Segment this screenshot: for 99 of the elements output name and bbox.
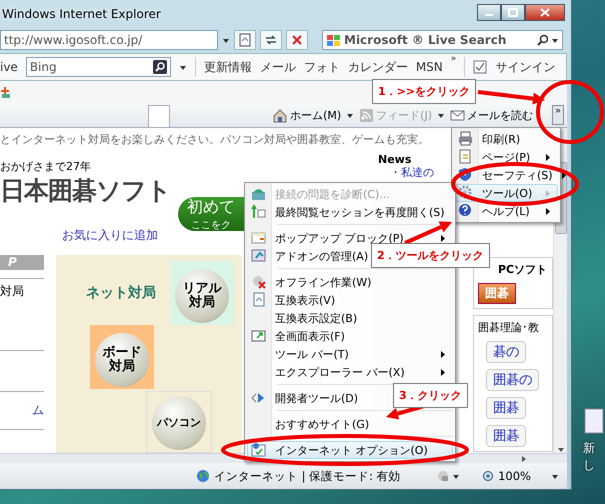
add-favorite-icon[interactable] xyxy=(0,85,12,99)
maximize-icon xyxy=(508,8,518,17)
submenu-arrow-icon xyxy=(545,152,551,162)
document-icon xyxy=(583,408,605,434)
toolbar-label: ive xyxy=(0,60,18,74)
gear-icon xyxy=(458,185,474,201)
menu-item[interactable]: 印刷(R) xyxy=(454,130,558,148)
annotation-arrow xyxy=(478,90,545,105)
search-icon[interactable] xyxy=(152,60,167,74)
addon-icon xyxy=(251,248,267,264)
menu-item[interactable]: 互換表示設定(B) xyxy=(247,309,453,327)
caret-icon[interactable] xyxy=(178,64,187,70)
game-mode-button[interactable]: ボード 対局 xyxy=(95,333,149,387)
menu-item[interactable]: ページ(P) xyxy=(454,148,558,166)
refresh-icon xyxy=(264,33,278,47)
caret-icon[interactable] xyxy=(551,36,559,44)
maximize-button[interactable] xyxy=(501,4,525,21)
link-button[interactable]: 囲碁の xyxy=(486,369,539,391)
offline-icon xyxy=(251,274,267,290)
toolbar-link[interactable]: MSN xyxy=(416,60,443,74)
toolbar-button[interactable]: メールを読む xyxy=(467,108,533,122)
zoom-icon[interactable] xyxy=(482,470,496,482)
caret-icon[interactable] xyxy=(346,112,354,118)
print-icon xyxy=(458,131,474,147)
add-favorite-link[interactable]: お気に入りに追加 xyxy=(62,227,178,244)
menu-item[interactable]: オフライン作業(W) xyxy=(247,273,453,291)
popup-window-icon xyxy=(251,230,267,246)
internet-options-icon xyxy=(251,442,267,458)
annotation-arrow xyxy=(404,221,452,245)
stop-button[interactable] xyxy=(286,30,308,50)
zoom-level[interactable]: 100% xyxy=(498,469,531,483)
security-zone-text: インターネット | 保護モード: 有効 xyxy=(214,468,401,484)
search-field[interactable]: Microsoft ® Live Search xyxy=(322,30,563,50)
caret-icon[interactable] xyxy=(437,112,445,118)
intro-text: とインターネット対局をお楽しみください。パソコン対局や囲碁教室、ゲームも充実。 xyxy=(0,132,429,147)
submenu-arrow-icon xyxy=(440,234,446,242)
search-icon[interactable] xyxy=(536,34,548,46)
submenu-arrow-icon xyxy=(560,170,567,180)
menu-item[interactable]: ツール バー(T) xyxy=(247,345,453,363)
news-heading: News xyxy=(378,153,412,166)
annotation-tooltip: 3．クリック xyxy=(393,383,468,408)
page-icon xyxy=(251,292,267,308)
page-icon xyxy=(238,33,252,47)
link-button[interactable]: 囲碁 xyxy=(486,425,526,447)
annotation-oval xyxy=(536,80,604,144)
menu-item[interactable]: おすすめサイト(G) xyxy=(247,415,453,433)
desktop-icon-label: 新し xyxy=(583,440,596,474)
toolbar-link[interactable]: 更新情報 xyxy=(204,58,252,76)
scroll-right-icon[interactable] xyxy=(521,454,527,462)
sidebar-item[interactable]: 対局 xyxy=(0,283,44,300)
globe-icon xyxy=(196,469,210,483)
bing-search-field[interactable]: Bing xyxy=(26,57,171,77)
toolbar-link[interactable]: メール xyxy=(260,58,296,76)
card-title: 囲碁理論･教 xyxy=(478,320,539,335)
menu-item[interactable]: 最終閲覧セッションを再度開く(S) xyxy=(247,203,453,221)
sidebar-header: P xyxy=(0,255,44,270)
card-title: PCソフト xyxy=(498,262,548,277)
tagline: おかげさまで27年 xyxy=(0,159,92,174)
link-button[interactable]: 囲碁 xyxy=(486,397,526,419)
caret-icon[interactable] xyxy=(452,472,460,480)
checkbox-icon[interactable] xyxy=(473,60,488,74)
fullscreen-icon xyxy=(251,328,267,344)
stop-icon xyxy=(290,33,304,47)
mail-icon[interactable] xyxy=(450,108,465,122)
site-logo: 日本囲碁ソフト xyxy=(0,175,172,207)
more-links-button[interactable]: » xyxy=(450,54,456,64)
game-mode-button[interactable]: パソコン xyxy=(152,396,206,450)
sidebar-link[interactable]: ム xyxy=(32,402,44,419)
start-button[interactable]: 初めて ここをク xyxy=(178,197,244,231)
toolbar-button[interactable]: ホーム(M) xyxy=(290,108,342,122)
caret-icon[interactable] xyxy=(222,36,230,44)
toolbar-link[interactable]: カレンダー xyxy=(348,58,408,76)
menu-item[interactable]: セーフティ(S) xyxy=(454,166,558,184)
compatibility-button[interactable] xyxy=(234,30,256,50)
shield-icon xyxy=(458,167,474,183)
windows-flag-icon xyxy=(326,32,341,48)
menu-item[interactable]: インターネット オプション(O) xyxy=(247,441,453,459)
link-button[interactable]: 碁の xyxy=(486,341,526,363)
help-icon xyxy=(458,203,474,219)
menu-item[interactable]: 全画面表示(F) xyxy=(247,327,453,345)
close-button[interactable] xyxy=(525,4,565,21)
caret-icon[interactable] xyxy=(551,472,559,480)
toolbar-link[interactable]: フォト xyxy=(304,58,340,76)
close-icon xyxy=(540,8,550,17)
net-game-label: ネット対局 xyxy=(86,284,156,302)
annotation-tooltip: 2．ツールをクリック xyxy=(371,243,490,268)
more-commands-button[interactable]: » xyxy=(552,105,564,125)
refresh-button[interactable] xyxy=(260,30,282,50)
reopen-icon xyxy=(251,204,267,220)
window-title: Windows Internet Explorer xyxy=(2,6,161,20)
home-icon[interactable] xyxy=(272,108,288,122)
minimize-button[interactable] xyxy=(477,4,501,21)
annotation-tooltip: 1．>>をクリック xyxy=(372,79,476,104)
sign-in-link[interactable]: サインイン xyxy=(495,58,556,76)
menu-item[interactable]: エクスプローラー バー(X) xyxy=(247,363,453,381)
menu-item[interactable]: 互換表示(V) xyxy=(247,291,453,309)
menu-item[interactable]: ヘルプ(L) xyxy=(454,202,558,220)
game-mode-button[interactable]: リアル 対局 xyxy=(175,269,229,323)
address-field[interactable]: ttp://www.igosoft.co.jp/ xyxy=(0,30,218,50)
